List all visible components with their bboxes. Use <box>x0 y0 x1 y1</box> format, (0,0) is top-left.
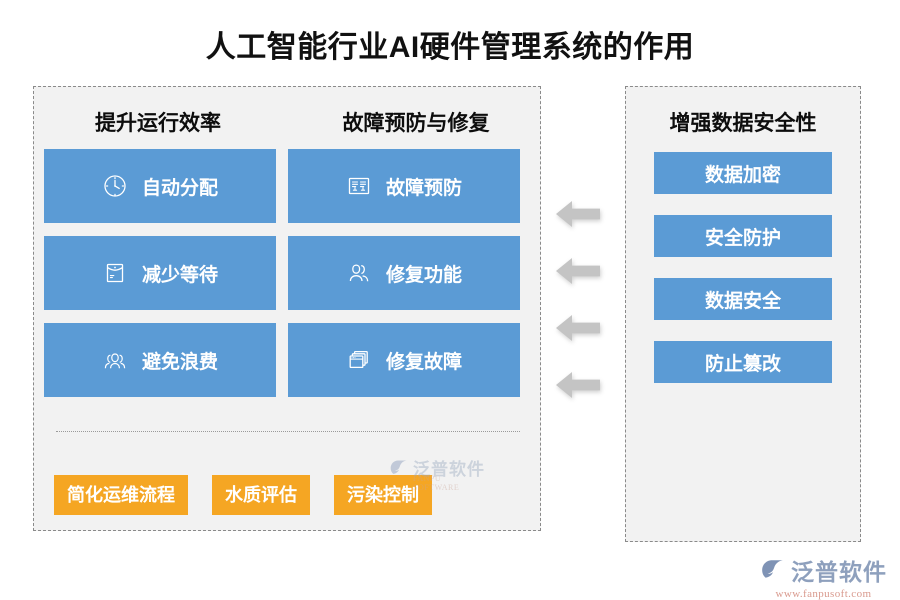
feature-card[interactable]: 减少等待 <box>44 236 276 310</box>
feature-card-label: 避免浪费 <box>141 351 218 373</box>
tag-chip[interactable]: 简化运维流程 <box>54 475 188 515</box>
left-panel: 提升运行效率 故障预防与修复 自动分配 故障预防 减少等待 修复功能 避免浪费 … <box>33 86 541 531</box>
feature-card-grid: 自动分配 故障预防 减少等待 修复功能 避免浪费 修复故障 <box>44 149 532 397</box>
feature-card-label: 自动分配 <box>141 177 218 199</box>
right-panel: 增强数据安全性 数据加密 安全防护 数据安全 防止篡改 <box>625 86 861 542</box>
arrow-left-icon <box>556 314 600 342</box>
tag-chip[interactable]: 水质评估 <box>212 475 310 515</box>
clock-icon <box>102 173 128 199</box>
group-icon <box>102 347 128 373</box>
arrow-column <box>556 200 600 399</box>
feature-card[interactable]: 修复故障 <box>288 323 520 397</box>
feature-card-label: 修复故障 <box>385 351 462 373</box>
brand-name: 泛普软件 <box>791 559 887 585</box>
feature-card-label: 故障预防 <box>385 177 462 199</box>
security-pill[interactable]: 防止篡改 <box>654 341 832 383</box>
dashboard-icon <box>346 173 372 199</box>
right-panel-heading: 增强数据安全性 <box>669 112 817 135</box>
feature-card[interactable]: 故障预防 <box>288 149 520 223</box>
users-icon <box>346 260 372 286</box>
left-panel-heading-fault: 故障预防与修复 <box>342 112 490 135</box>
left-panel-heading-row: 提升运行效率 故障预防与修复 <box>34 107 540 137</box>
windows-stack-icon <box>346 347 372 373</box>
security-pill[interactable]: 安全防护 <box>654 215 832 257</box>
tag-chip[interactable]: 污染控制 <box>334 475 432 515</box>
feature-card[interactable]: 修复功能 <box>288 236 520 310</box>
feature-card[interactable]: 避免浪费 <box>44 323 276 397</box>
feature-card-label: 修复功能 <box>385 264 462 286</box>
security-pill[interactable]: 数据安全 <box>654 278 832 320</box>
arrow-left-icon <box>556 371 600 399</box>
feature-card-label: 减少等待 <box>141 264 218 286</box>
tag-row: 简化运维流程 水质评估 污染控制 <box>54 475 432 515</box>
envelope-icon <box>102 260 128 286</box>
page-title: 人工智能行业AI硬件管理系统的作用 <box>205 31 695 64</box>
brand-url: www.fanpusoft.com <box>775 588 872 600</box>
security-pill[interactable]: 数据加密 <box>654 152 832 194</box>
left-panel-heading-efficiency: 提升运行效率 <box>95 112 221 135</box>
security-pill-list: 数据加密 安全防护 数据安全 防止篡改 <box>626 152 860 383</box>
brand-mark-icon <box>762 560 783 578</box>
section-divider <box>56 431 520 432</box>
brand-logo: 泛普软件 www.fanpusoft.com <box>760 553 887 600</box>
arrow-left-icon <box>556 200 600 228</box>
brand-row: 泛普软件 <box>760 553 887 587</box>
arrow-left-icon <box>556 257 600 285</box>
feature-card[interactable]: 自动分配 <box>44 149 276 223</box>
